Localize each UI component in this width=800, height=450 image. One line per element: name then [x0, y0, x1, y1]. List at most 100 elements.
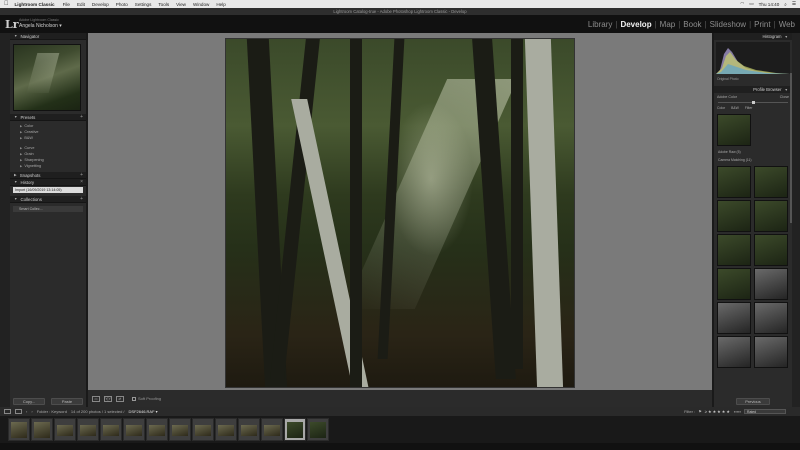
- module-slideshow[interactable]: Slideshow: [707, 20, 749, 29]
- clock[interactable]: Thu 14:40: [759, 2, 780, 7]
- history-step[interactable]: Import (16/09/2019 13:14:05): [13, 187, 83, 193]
- filmstrip-thumb[interactable]: [100, 418, 122, 441]
- history-header[interactable]: ▼ History ×: [10, 179, 86, 186]
- battery-icon[interactable]: ▭: [749, 1, 753, 7]
- profile-thumb[interactable]: [754, 166, 788, 198]
- collection-item[interactable]: Smart Collec...: [13, 206, 83, 212]
- add-preset-icon[interactable]: +: [80, 114, 83, 120]
- filmstrip-thumb[interactable]: [54, 418, 76, 441]
- filmstrip-thumb[interactable]: [169, 418, 191, 441]
- filmstrip-thumb[interactable]: [192, 418, 214, 441]
- loupe-view-button[interactable]: ▭: [92, 395, 100, 402]
- before-after-swap-button[interactable]: ⇄: [116, 395, 124, 402]
- collections-header[interactable]: ▼ Collections +: [10, 196, 86, 203]
- profile-tab-filter[interactable]: Filter: [745, 106, 753, 110]
- profile-thumb[interactable]: [717, 302, 751, 334]
- selected-filename[interactable]: DSF2646.RAF ▾: [129, 409, 158, 414]
- histogram-header[interactable]: Histogram ▼: [714, 33, 792, 40]
- menu-file[interactable]: File: [63, 2, 70, 7]
- filmstrip-thumb[interactable]: [77, 418, 99, 441]
- module-print[interactable]: Print: [751, 20, 773, 29]
- add-collection-icon[interactable]: +: [80, 196, 83, 202]
- previous-button[interactable]: Previous: [736, 398, 770, 405]
- forest-photo[interactable]: [225, 38, 575, 388]
- menu-tools[interactable]: Tools: [158, 2, 169, 7]
- forward-arrow-icon[interactable]: ›: [31, 409, 32, 414]
- module-web[interactable]: Web: [776, 20, 798, 29]
- profile-thumb[interactable]: [754, 336, 788, 368]
- slider-knob[interactable]: [752, 101, 755, 104]
- preset-group[interactable]: ▶ Vignetting: [10, 163, 86, 169]
- filmstrip-thumb[interactable]: [261, 418, 283, 441]
- copy-button[interactable]: Copy...: [13, 398, 45, 405]
- profile-thumb[interactable]: [717, 166, 751, 198]
- menu-settings[interactable]: Settings: [135, 2, 152, 7]
- profile-thumb[interactable]: [717, 268, 751, 300]
- profile-thumb[interactable]: [754, 234, 788, 266]
- filmstrip-thumb-selected[interactable]: [284, 418, 306, 441]
- profile-browser-header[interactable]: Profile Browser ▼: [714, 86, 792, 93]
- add-snapshot-icon[interactable]: +: [80, 172, 83, 178]
- identity-plate[interactable]: Adobe Lightroom Classic Angela Nicholson…: [19, 18, 62, 29]
- flag-filter-icon[interactable]: ⚑: [698, 409, 702, 414]
- original-photo-toggle[interactable]: Original Photo: [714, 76, 792, 82]
- search-icon[interactable]: ⌕: [784, 2, 787, 7]
- soft-proofing-toggle[interactable]: Soft Proofing: [132, 396, 161, 401]
- filmstrip-thumb[interactable]: [307, 418, 329, 441]
- profile-thumb[interactable]: [717, 234, 751, 266]
- filmstrip-thumb[interactable]: [8, 418, 30, 441]
- menu-photo[interactable]: Photo: [116, 2, 128, 7]
- filmstrip-thumb[interactable]: [215, 418, 237, 441]
- grid-view-button[interactable]: [4, 409, 11, 414]
- second-window-button[interactable]: [15, 409, 22, 414]
- star-rating-filter[interactable]: ≥★★★★★: [705, 409, 731, 414]
- menu-window[interactable]: Window: [193, 2, 209, 7]
- profile-group-adobe[interactable]: Adobe Raw (5): [714, 148, 792, 156]
- snapshots-header[interactable]: ▶ Snapshots +: [10, 172, 86, 179]
- histogram-graph[interactable]: [716, 42, 790, 74]
- filmstrip-thumb[interactable]: [123, 418, 145, 441]
- profile-thumb[interactable]: [717, 336, 751, 368]
- profile-tab-color[interactable]: Color: [717, 106, 725, 110]
- right-panel-toggle[interactable]: [792, 33, 800, 407]
- menu-help[interactable]: Help: [216, 2, 225, 7]
- apple-icon[interactable]: : [4, 1, 9, 7]
- before-after-button[interactable]: Y|Y: [104, 395, 112, 402]
- clear-history-icon[interactable]: ×: [80, 179, 83, 185]
- profile-thumb[interactable]: [754, 268, 788, 300]
- filmstrip-thumb[interactable]: [146, 418, 168, 441]
- profile-tab-bw[interactable]: B&W: [731, 106, 739, 110]
- filmstrip[interactable]: [0, 416, 800, 443]
- profile-group-camera[interactable]: Camera Matching (11): [714, 156, 792, 164]
- module-book[interactable]: Book: [680, 20, 704, 29]
- module-develop[interactable]: Develop: [617, 20, 654, 29]
- close-profile-browser[interactable]: Close: [780, 95, 789, 99]
- filmstrip-thumb[interactable]: [238, 418, 260, 441]
- paste-button[interactable]: Paste: [51, 398, 83, 405]
- module-library[interactable]: Library: [585, 20, 615, 29]
- filter-preset-select[interactable]: Rated: [744, 409, 786, 414]
- profile-thumb[interactable]: [717, 114, 751, 146]
- menu-edit[interactable]: Edit: [77, 2, 85, 7]
- image-canvas[interactable]: [88, 33, 712, 390]
- profile-thumb[interactable]: [717, 200, 751, 232]
- presets-header[interactable]: ▼ Presets +: [10, 114, 86, 121]
- profile-amount-slider[interactable]: [718, 101, 788, 104]
- navigator-header[interactable]: ▼ Navigator: [10, 33, 86, 40]
- color-filter-icon[interactable]: ▪▪▪▪▪: [734, 409, 741, 414]
- menu-develop[interactable]: Develop: [92, 2, 109, 7]
- profile-thumb[interactable]: [754, 200, 788, 232]
- module-map[interactable]: Map: [657, 20, 679, 29]
- filmstrip-toggle-bar[interactable]: [0, 443, 800, 450]
- profile-thumb[interactable]: [754, 302, 788, 334]
- source-path[interactable]: Folder : Keyword: [37, 409, 67, 414]
- left-panel-toggle[interactable]: [0, 33, 10, 407]
- soft-proofing-checkbox[interactable]: [132, 396, 136, 401]
- app-menu[interactable]: Lightroom Classic: [15, 2, 55, 7]
- menu-list-icon[interactable]: ☰: [792, 1, 796, 7]
- navigator-preview[interactable]: [13, 44, 81, 111]
- back-arrow-icon[interactable]: ‹: [26, 409, 27, 414]
- wifi-icon[interactable]: ◠: [740, 1, 744, 7]
- menu-view[interactable]: View: [176, 2, 186, 7]
- filmstrip-thumb[interactable]: [31, 418, 53, 441]
